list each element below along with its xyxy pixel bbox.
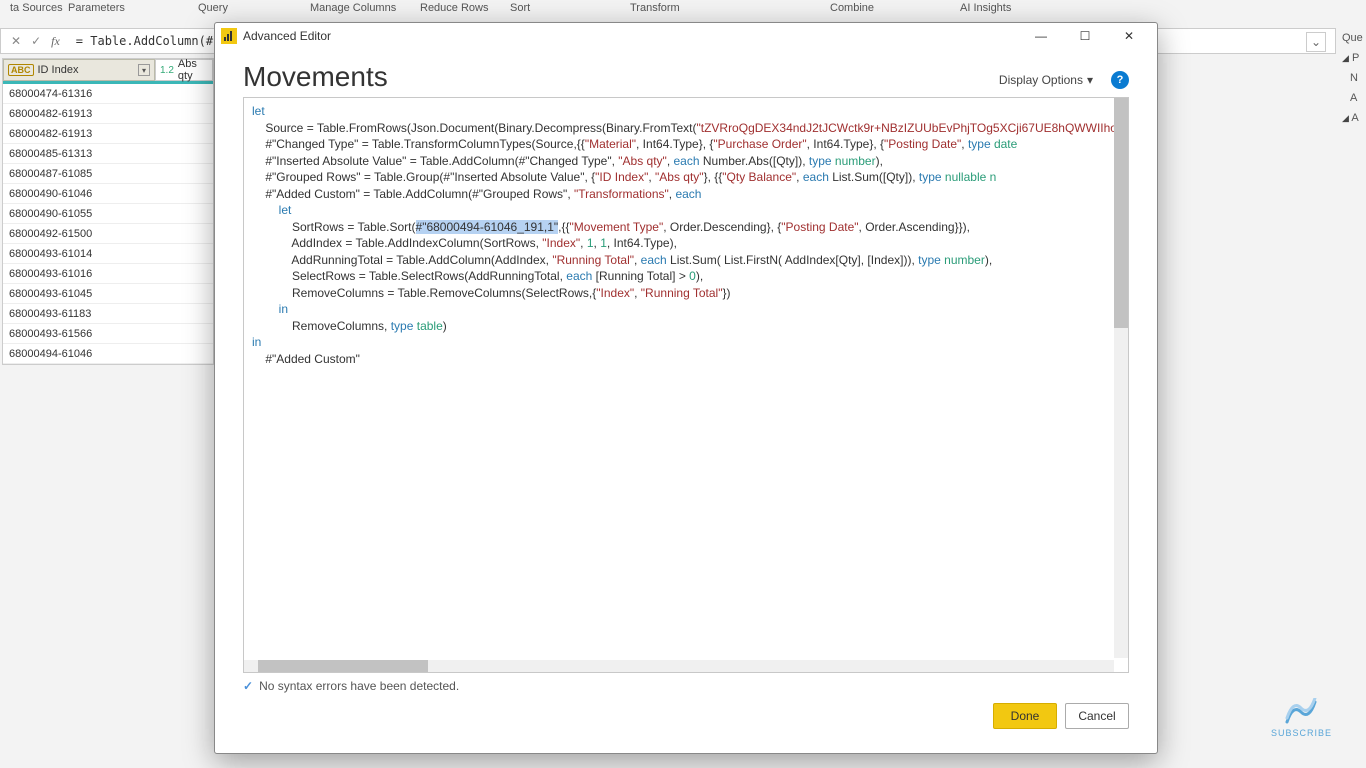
subscribe-label: SUBSCRIBE [1271, 728, 1332, 738]
dialog-title: Advanced Editor [243, 29, 331, 43]
help-icon[interactable]: ? [1111, 71, 1129, 89]
check-icon: ✓ [243, 679, 253, 693]
minimize-button[interactable]: — [1019, 24, 1063, 48]
subscribe-watermark: SUBSCRIBE [1271, 698, 1332, 738]
powerbi-icon [221, 28, 237, 44]
code-editor[interactable]: let Source = Table.FromRows(Json.Documen… [243, 97, 1129, 673]
display-options-dropdown[interactable]: Display Options ▾ [999, 73, 1093, 87]
done-button[interactable]: Done [993, 703, 1057, 729]
vertical-scrollbar[interactable] [1114, 98, 1128, 658]
chevron-down-icon: ▾ [1087, 73, 1093, 87]
close-button[interactable]: ✕ [1107, 24, 1151, 48]
status-text: No syntax errors have been detected. [259, 679, 459, 693]
syntax-status: ✓ No syntax errors have been detected. [243, 673, 1129, 695]
cancel-button[interactable]: Cancel [1065, 703, 1129, 729]
maximize-button[interactable]: ☐ [1063, 24, 1107, 48]
horizontal-scrollbar[interactable] [244, 660, 1114, 672]
display-options-label: Display Options [999, 73, 1083, 87]
advanced-editor-dialog: Advanced Editor — ☐ ✕ Movements Display … [214, 22, 1158, 754]
dialog-titlebar[interactable]: Advanced Editor — ☐ ✕ [215, 23, 1157, 49]
